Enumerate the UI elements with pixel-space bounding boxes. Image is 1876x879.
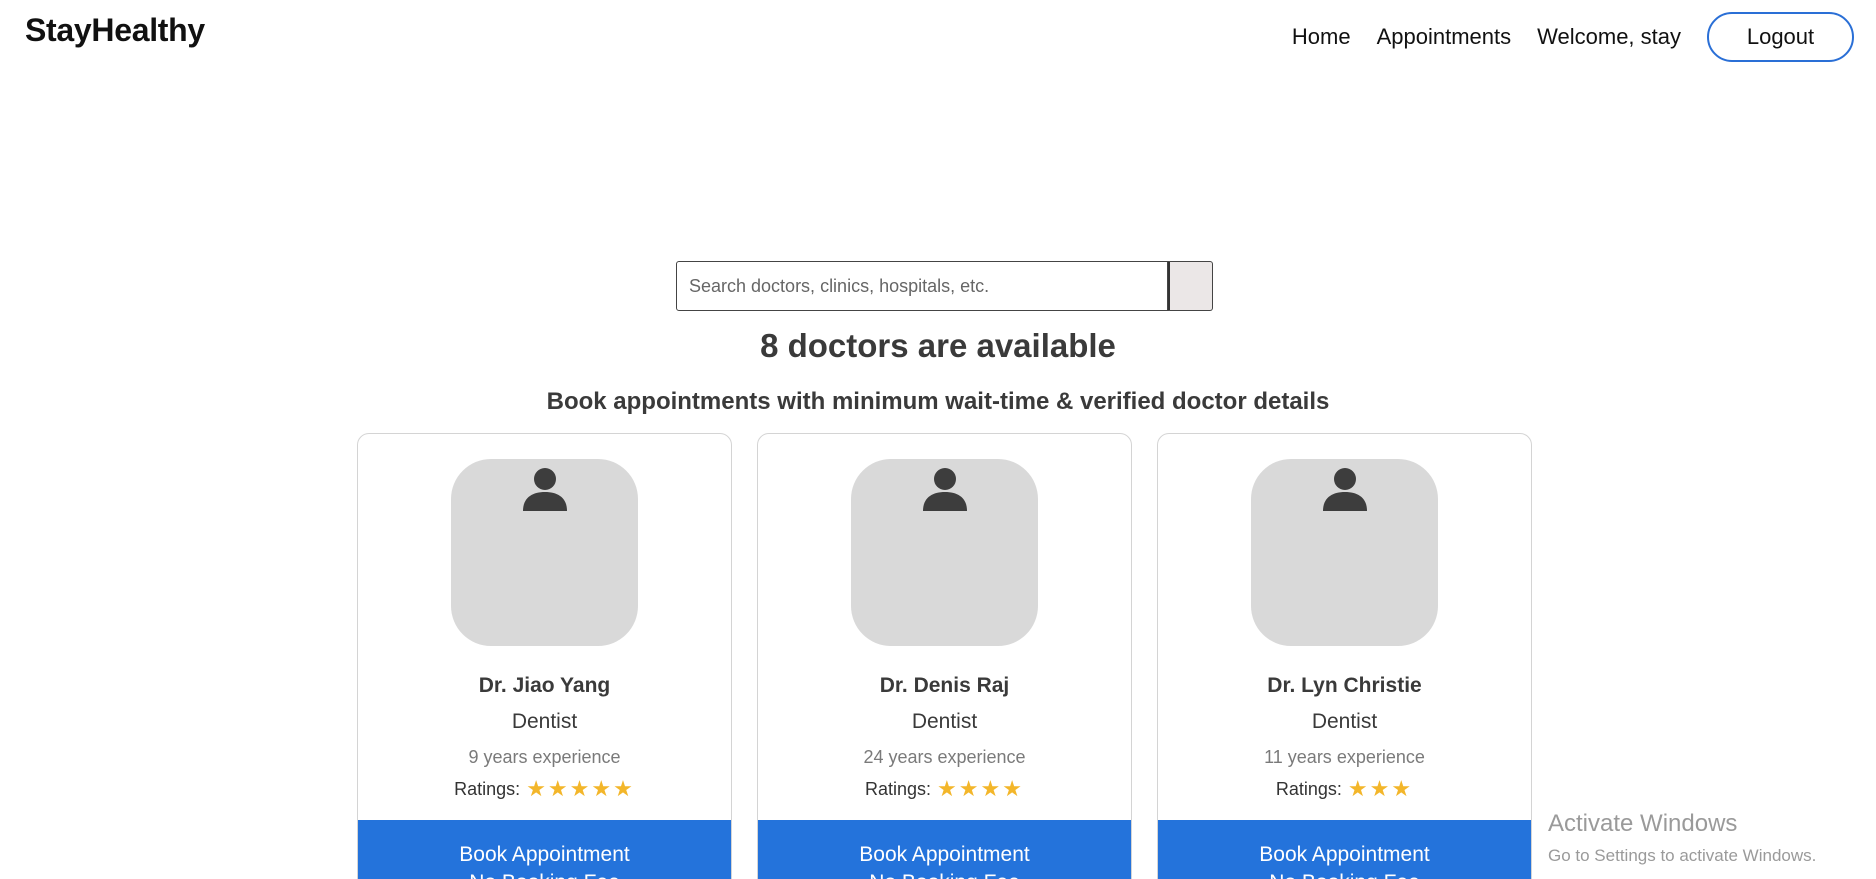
star-icon: ★: [569, 776, 590, 801]
brand-logo[interactable]: StayHealthy: [25, 12, 205, 49]
book-button-label: Book Appointment: [459, 843, 630, 866]
ratings-label: Ratings:: [454, 778, 521, 799]
doctor-rating: Ratings: ★ ★ ★ ★: [758, 778, 1131, 800]
doctor-specialty: Dentist: [911, 710, 978, 733]
search-button[interactable]: [1168, 261, 1213, 311]
doctor-experience: 9 years experience: [468, 747, 621, 767]
doctor-name: Dr. Denis Raj: [879, 674, 1010, 697]
doctor-rating: Ratings: ★ ★ ★: [1158, 778, 1531, 800]
book-button-fee-label: No Booking Fee: [1158, 871, 1531, 879]
star-icon: ★: [937, 776, 957, 801]
ratings-label: Ratings:: [865, 778, 932, 799]
star-icon: ★: [1347, 776, 1368, 801]
nav-home-link[interactable]: Home: [1292, 24, 1351, 50]
watermark-title: Activate Windows: [1548, 810, 1738, 837]
doctor-rating: Ratings: ★ ★ ★ ★ ★: [358, 778, 731, 800]
doctor-avatar: [451, 459, 638, 646]
star-icon: ★: [613, 776, 633, 801]
star-icon: ★: [1369, 776, 1390, 801]
book-button-fee-label: No Booking Fee: [358, 871, 731, 879]
doctor-avatar: [1251, 459, 1438, 646]
doctor-card-list: Dr. Jiao Yang Dentist 9 years experience…: [357, 433, 1557, 879]
doctor-specialty: Dentist: [511, 710, 578, 733]
doctors-count-heading: 8 doctors are available: [760, 327, 1116, 364]
nav-links: Home Appointments Welcome, stay Logout: [1292, 12, 1854, 62]
doctor-name: Dr. Lyn Christie: [1267, 674, 1422, 697]
rating-stars: ★ ★ ★ ★ ★: [526, 778, 635, 800]
book-appointment-button[interactable]: Book Appointment No Booking Fee: [1158, 820, 1531, 879]
top-navbar: StayHealthy Home Appointments Welcome, s…: [0, 0, 1876, 64]
rating-stars: ★ ★ ★ ★: [937, 778, 1024, 800]
star-icon: ★: [1391, 776, 1412, 801]
doctor-name: Dr. Jiao Yang: [478, 674, 611, 697]
book-button-fee-label: No Booking Fee: [758, 871, 1131, 879]
star-icon: ★: [958, 776, 979, 801]
book-appointment-button[interactable]: Book Appointment No Booking Fee: [358, 820, 731, 879]
star-icon: ★: [1002, 776, 1022, 801]
search-bar: [676, 261, 1213, 311]
welcome-user-text: Welcome, stay: [1537, 24, 1681, 49]
user-silhouette-icon: [523, 468, 567, 511]
nav-appointments-link[interactable]: Appointments: [1377, 24, 1512, 50]
logout-button[interactable]: Logout: [1707, 12, 1854, 62]
doctor-card: Dr. Jiao Yang Dentist 9 years experience…: [357, 433, 732, 879]
doctor-experience: 11 years experience: [1264, 747, 1425, 767]
star-icon: ★: [591, 776, 612, 801]
book-appointment-button[interactable]: Book Appointment No Booking Fee: [758, 820, 1131, 879]
user-silhouette-icon: [1323, 468, 1367, 511]
ratings-label: Ratings:: [1275, 778, 1342, 799]
doctor-avatar: [851, 459, 1038, 646]
book-button-label: Book Appointment: [1259, 843, 1430, 866]
search-input[interactable]: [676, 261, 1168, 311]
doctor-experience: 24 years experience: [863, 747, 1026, 767]
doctor-specialty: Dentist: [1311, 710, 1378, 733]
booking-subtitle: Book appointments with minimum wait-time…: [546, 388, 1330, 415]
rating-stars: ★ ★ ★: [1348, 778, 1413, 800]
doctor-card: Dr. Lyn Christie Dentist 11 years experi…: [1157, 433, 1532, 879]
star-icon: ★: [547, 776, 568, 801]
book-button-label: Book Appointment: [859, 843, 1030, 866]
doctor-card: Dr. Denis Raj Dentist 24 years experienc…: [757, 433, 1132, 879]
watermark-subtitle: Go to Settings to activate Windows.: [1548, 846, 1817, 865]
star-icon: ★: [526, 776, 546, 801]
star-icon: ★: [980, 776, 1001, 801]
user-silhouette-icon: [923, 468, 967, 511]
windows-activation-watermark: Activate Windows Go to Settings to activ…: [1548, 810, 1816, 866]
